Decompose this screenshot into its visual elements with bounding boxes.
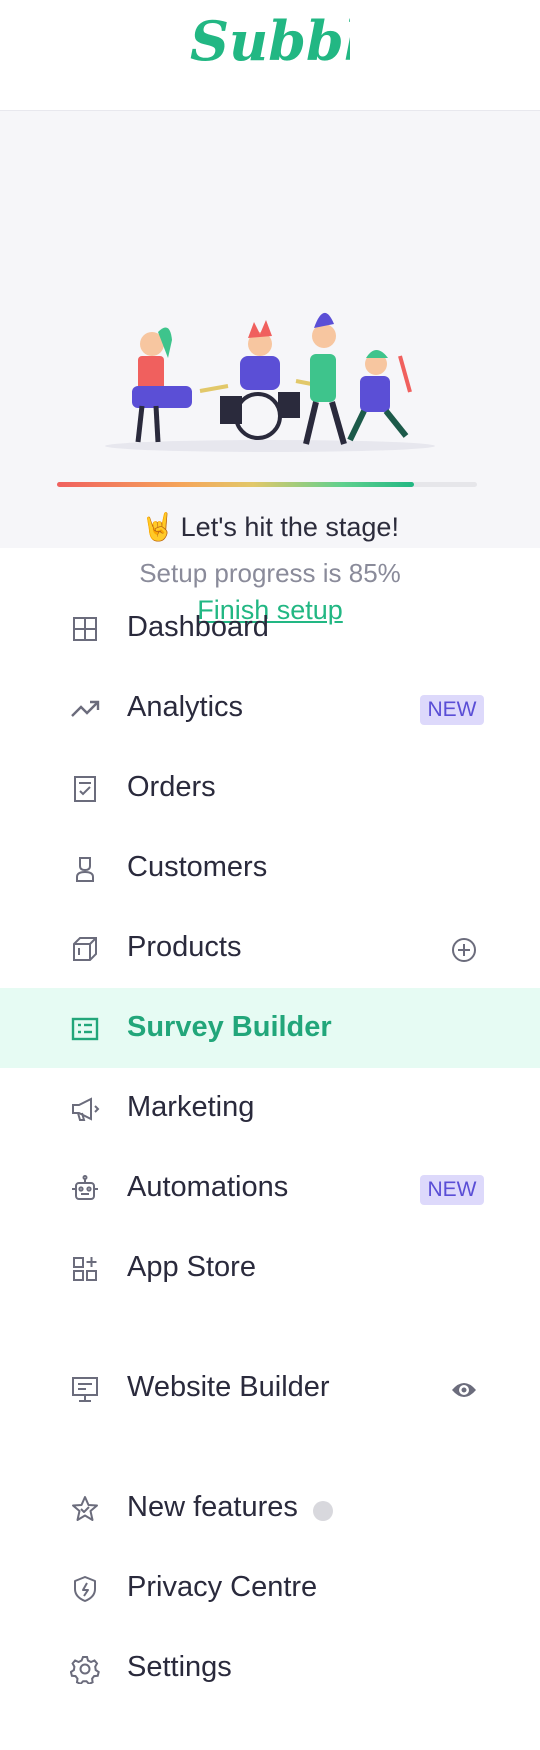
nav-item-analytics[interactable]: Analytics NEW <box>0 668 540 748</box>
apps-icon <box>70 1254 100 1284</box>
new-badge: NEW <box>420 1175 484 1205</box>
customer-icon <box>70 854 100 884</box>
setup-title-text: Let's hit the stage! <box>180 512 399 542</box>
setup-title: 🤘 Let's hit the stage! <box>0 511 540 543</box>
nav-item-settings[interactable]: Settings <box>0 1628 540 1708</box>
header: Subbly <box>0 0 540 111</box>
nav-item-privacy-centre[interactable]: Privacy Centre <box>0 1548 540 1628</box>
notification-dot <box>313 1501 333 1521</box>
setup-panel: 🤘 Let's hit the stage! Setup progress is … <box>0 111 540 625</box>
nav-item-customers[interactable]: Customers <box>0 828 540 908</box>
preview-eye-icon[interactable] <box>450 1376 478 1404</box>
nav-item-website-builder[interactable]: Website Builder <box>0 1348 540 1428</box>
svg-text:Subbly: Subbly <box>190 9 350 73</box>
nav-item-automations[interactable]: Automations NEW <box>0 1148 540 1228</box>
nav-label: Orders <box>127 771 216 803</box>
new-badge: NEW <box>420 695 484 725</box>
nav-label: Marketing <box>127 1091 255 1123</box>
subbly-logo[interactable]: Subbly <box>190 2 350 80</box>
add-product-icon[interactable] <box>450 936 478 964</box>
nav-item-survey-builder[interactable]: Survey Builder <box>0 988 540 1068</box>
nav-label: Survey Builder <box>127 1011 332 1043</box>
nav-label: Automations <box>127 1171 289 1203</box>
megaphone-icon <box>70 1094 100 1124</box>
nav-label: Dashboard <box>127 611 269 643</box>
star-icon <box>70 1494 100 1524</box>
nav-label: Products <box>127 931 242 963</box>
rock-hand-icon: 🤘 <box>141 512 175 542</box>
nav-label: Privacy Centre <box>127 1571 318 1603</box>
nav-item-products[interactable]: Products <box>0 908 540 988</box>
nav-label: Analytics <box>127 691 244 723</box>
box-icon <box>70 934 100 964</box>
setup-progress-bar <box>57 482 477 487</box>
dashboard-icon <box>70 614 100 644</box>
band-illustration <box>105 312 435 452</box>
nav-item-app-store[interactable]: App Store <box>0 1228 540 1308</box>
setup-progress-fill <box>57 482 414 487</box>
gear-icon <box>70 1654 100 1684</box>
survey-icon <box>70 1014 100 1044</box>
nav-label: App Store <box>127 1251 256 1283</box>
nav-item-dashboard[interactable]: Dashboard <box>0 588 540 668</box>
nav-label: New features <box>127 1491 298 1523</box>
trending-up-icon <box>70 694 100 724</box>
nav-label: Settings <box>127 1651 232 1683</box>
robot-icon <box>70 1174 100 1204</box>
setup-progress-text: Setup progress is 85% <box>139 558 401 588</box>
nav-item-orders[interactable]: Orders <box>0 748 540 828</box>
nav-item-marketing[interactable]: Marketing <box>0 1068 540 1148</box>
nav-label: Website Builder <box>127 1371 330 1403</box>
monitor-icon <box>70 1374 100 1404</box>
orders-icon <box>70 774 100 804</box>
shield-icon <box>70 1574 100 1604</box>
nav-item-new-features[interactable]: New features <box>0 1468 540 1548</box>
nav-label: Customers <box>127 851 268 883</box>
